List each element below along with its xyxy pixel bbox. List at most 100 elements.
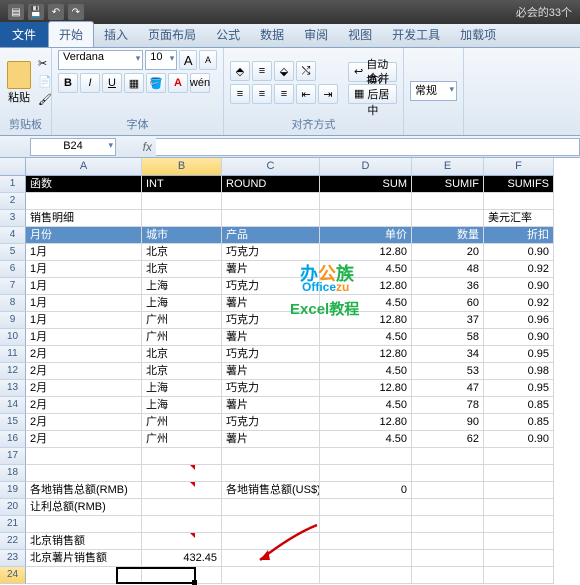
cell[interactable]: 0.95 — [484, 346, 554, 363]
phonetic-button[interactable]: wén — [190, 73, 210, 93]
cell[interactable] — [222, 533, 320, 550]
cell[interactable]: 上海 — [142, 397, 222, 414]
cell[interactable]: 12.80 — [320, 380, 412, 397]
grow-font-button[interactable]: A — [179, 50, 197, 70]
cell[interactable]: 36 — [412, 278, 484, 295]
cell[interactable]: 12.80 — [320, 346, 412, 363]
align-center-button[interactable]: ≡ — [252, 84, 272, 104]
tab-view[interactable]: 视图 — [338, 22, 382, 47]
cell[interactable]: 0.85 — [484, 397, 554, 414]
cell[interactable]: 4.50 — [320, 261, 412, 278]
cell[interactable] — [320, 550, 412, 567]
col-header-e[interactable]: E — [412, 158, 484, 176]
formula-bar[interactable] — [156, 138, 580, 156]
row-header[interactable]: 21 — [0, 516, 26, 533]
cell[interactable]: 薯片 — [222, 329, 320, 346]
cell[interactable]: 让利总额(RMB) — [26, 499, 142, 516]
cell[interactable]: 广州 — [142, 431, 222, 448]
border-button[interactable]: ▦ — [124, 73, 144, 93]
cell[interactable] — [484, 550, 554, 567]
cell[interactable]: 12.80 — [320, 244, 412, 261]
cell[interactable] — [320, 516, 412, 533]
fx-icon[interactable]: fx — [143, 140, 152, 154]
row-header[interactable]: 8 — [0, 295, 26, 312]
tab-home[interactable]: 开始 — [48, 21, 94, 47]
cell[interactable]: 0.96 — [484, 312, 554, 329]
italic-button[interactable]: I — [80, 73, 100, 93]
cell[interactable] — [142, 499, 222, 516]
cell[interactable]: 巧克力 — [222, 414, 320, 431]
number-format-select[interactable]: 常规 — [410, 81, 457, 101]
cell[interactable] — [412, 482, 484, 499]
cell[interactable] — [412, 499, 484, 516]
cell[interactable]: 0 — [320, 482, 412, 499]
cell[interactable]: 北京 — [142, 346, 222, 363]
cell[interactable] — [222, 516, 320, 533]
cell[interactable] — [222, 550, 320, 567]
cell[interactable]: 1月 — [26, 261, 142, 278]
cell[interactable]: 37 — [412, 312, 484, 329]
cell[interactable]: 62 — [412, 431, 484, 448]
cell[interactable]: 78 — [412, 397, 484, 414]
cell[interactable]: 0.90 — [484, 278, 554, 295]
cell[interactable] — [26, 448, 142, 465]
cell[interactable]: 巧克力 — [222, 346, 320, 363]
cell[interactable] — [484, 499, 554, 516]
row-header[interactable]: 1 — [0, 176, 26, 193]
row-header[interactable]: 11 — [0, 346, 26, 363]
cell[interactable]: 1月 — [26, 244, 142, 261]
cell[interactable] — [26, 465, 142, 482]
cell[interactable] — [222, 465, 320, 482]
row-header[interactable]: 15 — [0, 414, 26, 431]
tab-insert[interactable]: 插入 — [94, 22, 138, 47]
cell[interactable]: 上海 — [142, 380, 222, 397]
cell[interactable]: 北京 — [142, 244, 222, 261]
col-header-c[interactable]: C — [222, 158, 320, 176]
cell[interactable]: 20 — [412, 244, 484, 261]
cell[interactable]: 432.45 — [142, 550, 222, 567]
cell[interactable]: 北京 — [142, 363, 222, 380]
cell[interactable]: 广州 — [142, 329, 222, 346]
indent-increase-button[interactable]: ⇥ — [318, 84, 338, 104]
cell[interactable]: 北京销售额 — [26, 533, 142, 550]
cell[interactable] — [320, 567, 412, 584]
col-header-f[interactable]: F — [484, 158, 554, 176]
row-header[interactable]: 20 — [0, 499, 26, 516]
tab-addins[interactable]: 加载项 — [450, 22, 506, 47]
save-icon[interactable]: 💾 — [28, 4, 44, 20]
row-header[interactable]: 14 — [0, 397, 26, 414]
fill-color-button[interactable]: 🪣 — [146, 73, 166, 93]
row-header[interactable]: 12 — [0, 363, 26, 380]
shrink-font-button[interactable]: A — [199, 50, 217, 70]
cell[interactable]: 各地销售总额(US$) — [222, 482, 320, 499]
row-header[interactable]: 6 — [0, 261, 26, 278]
cell[interactable]: 0.90 — [484, 244, 554, 261]
cell[interactable]: 58 — [412, 329, 484, 346]
cell[interactable]: 60 — [412, 295, 484, 312]
cell[interactable]: 巧克力 — [222, 278, 320, 295]
row-header[interactable]: 17 — [0, 448, 26, 465]
cell[interactable]: 2月 — [26, 397, 142, 414]
cell[interactable] — [142, 448, 222, 465]
row-header[interactable]: 13 — [0, 380, 26, 397]
cell[interactable] — [142, 465, 222, 482]
cell[interactable]: 0.90 — [484, 329, 554, 346]
cell[interactable] — [412, 567, 484, 584]
indent-decrease-button[interactable]: ⇤ — [296, 84, 316, 104]
cell[interactable]: 1月 — [26, 312, 142, 329]
cell[interactable] — [26, 567, 142, 584]
cell[interactable]: 巧克力 — [222, 244, 320, 261]
cell[interactable] — [484, 448, 554, 465]
cell[interactable] — [142, 516, 222, 533]
cell[interactable]: 薯片 — [222, 431, 320, 448]
cell[interactable] — [222, 567, 320, 584]
tab-formulas[interactable]: 公式 — [206, 22, 250, 47]
cell[interactable]: 0.98 — [484, 363, 554, 380]
row-header[interactable]: 4 — [0, 227, 26, 244]
cell[interactable]: 0.90 — [484, 431, 554, 448]
grid[interactable]: 函数INTROUNDSUMSUMIFSUMIFS 销售明细美元汇率 月份城市产品… — [26, 176, 554, 584]
row-header[interactable]: 24 — [0, 567, 26, 584]
merge-center-button[interactable]: ▦合并后居中 — [348, 84, 397, 104]
cell[interactable] — [142, 567, 222, 584]
align-left-button[interactable]: ≡ — [230, 84, 250, 104]
